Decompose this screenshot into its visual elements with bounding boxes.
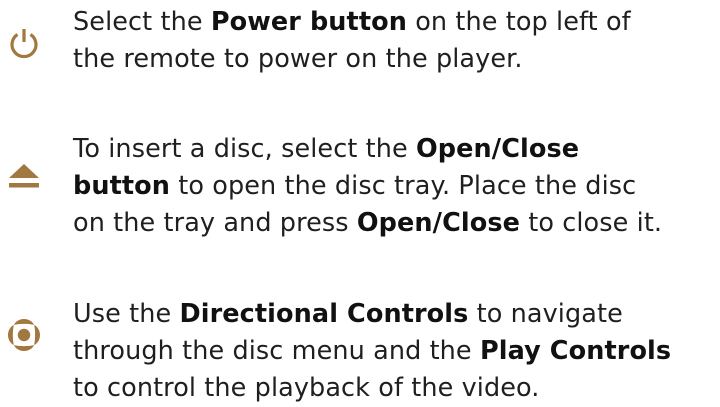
text-line: the remote to power on the player. <box>73 41 720 78</box>
eject-icon <box>9 164 39 188</box>
text-segment: to open the disc tray. Place the disc <box>170 171 637 201</box>
emphasis: Open/Close <box>416 134 580 164</box>
text-segment: the remote to power on the player. <box>73 44 523 74</box>
text-segment: to control the playback of the video. <box>73 373 540 403</box>
directional-pad-icon <box>8 319 40 351</box>
page: { "accent_color": "#a07840", "steps": [ … <box>0 0 720 407</box>
text-line: Use the Directional Controls to navigate <box>73 296 720 333</box>
text-segment: to close it. <box>520 208 663 238</box>
text-line: on the tray and press Open/Close to clos… <box>73 205 720 242</box>
text-line: to control the playback of the video. <box>73 370 720 407</box>
text-line: Select the Power button on the top left … <box>73 4 720 41</box>
text-line: To insert a disc, select the Open/Close <box>73 131 720 168</box>
text-segment: Select the <box>73 7 211 37</box>
emphasis: Open/Close <box>356 208 521 238</box>
instruction-text: To insert a disc, select the Open/Close … <box>73 131 720 242</box>
text-segment: on the tray and press <box>73 208 357 238</box>
emphasis: Power button <box>210 7 408 37</box>
instruction-text: Select the Power button on the top left … <box>73 4 720 78</box>
text-segment: through the disc menu and the <box>73 336 480 366</box>
power-icon <box>10 29 38 59</box>
text-segment: on the top left of <box>407 7 631 37</box>
text-segment: to navigate <box>468 299 623 329</box>
instruction-text: Use the Directional Controls to navigate… <box>73 296 720 407</box>
text-segment: To insert a disc, select the <box>73 134 417 164</box>
emphasis: Play Controls <box>479 336 672 366</box>
text-line: through the disc menu and the Play Contr… <box>73 333 720 370</box>
text-line: button to open the disc tray. Place the … <box>73 168 720 205</box>
emphasis: Directional Controls <box>179 299 469 329</box>
emphasis: button <box>73 171 171 201</box>
text-segment: Use the <box>73 299 180 329</box>
